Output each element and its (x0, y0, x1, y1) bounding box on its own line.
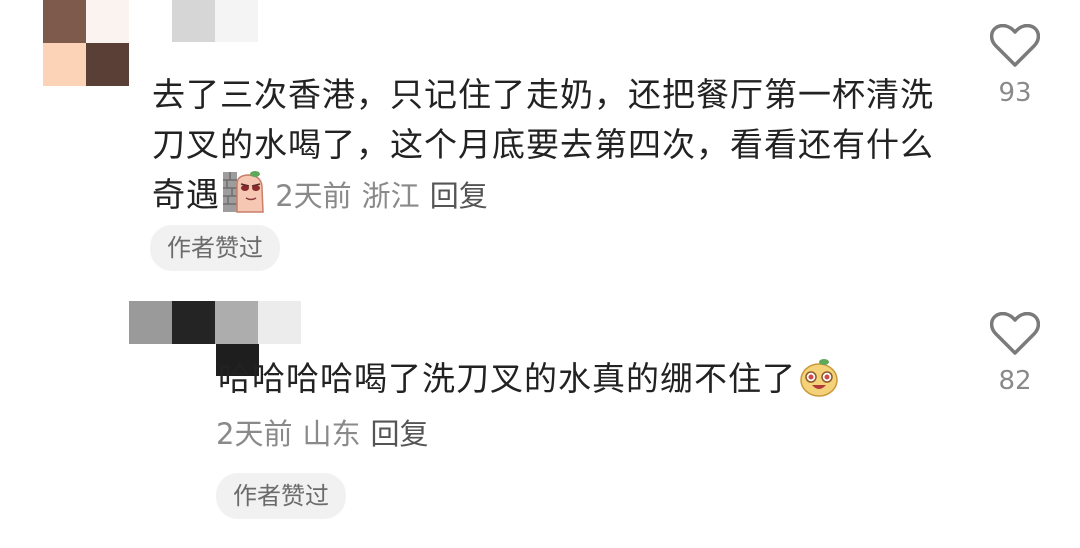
comment-text: 去了三次香港，只记住了走奶，还把餐厅第一杯清洗刀叉的水喝了，这个月底要去第四次，… (152, 70, 952, 228)
username-tile (172, 301, 215, 344)
comment-time: 2天前 (216, 417, 293, 451)
reply-text: 哈哈哈哈喝了洗刀叉的水真的绷不住了 (218, 354, 978, 412)
author-liked-badge: 作者赞过 (150, 225, 280, 271)
comment-location: 山东 (302, 417, 361, 451)
comment-time: 2天前 (275, 179, 352, 213)
author-liked-badge: 作者赞过 (216, 473, 346, 519)
like-button[interactable]: 82 (985, 312, 1045, 396)
username-tile (258, 301, 301, 344)
username-tile (172, 0, 215, 42)
like-count: 93 (998, 78, 1032, 108)
avatar-tile (86, 43, 129, 86)
avatar-tile (43, 43, 86, 86)
heart-outline-icon (990, 24, 1040, 67)
comment-location: 浙江 (361, 179, 420, 213)
wall-peek-emoji (222, 170, 266, 228)
username-tile (129, 301, 172, 344)
username-tile (215, 301, 258, 344)
like-button[interactable]: 93 (985, 24, 1045, 108)
reply-button[interactable]: 回复 (370, 417, 428, 451)
like-count: 82 (998, 366, 1032, 396)
avatar-tile (43, 0, 86, 43)
commenter-avatar[interactable] (43, 0, 129, 86)
avatar-tile (86, 0, 129, 43)
laughing-potato-emoji (798, 356, 840, 412)
replier-username-blurred[interactable] (129, 301, 301, 344)
username-tile (215, 0, 258, 42)
reply-meta: 2天前 山东 回复 (216, 414, 438, 454)
commenter-username-blurred[interactable] (172, 0, 258, 42)
heart-outline-icon (990, 312, 1040, 355)
reply-button[interactable]: 回复 (430, 179, 488, 213)
